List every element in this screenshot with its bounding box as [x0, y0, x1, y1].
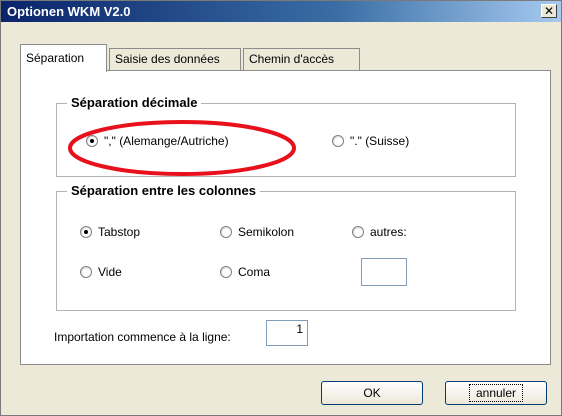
import-start-label: Importation commence à la ligne:	[54, 330, 231, 344]
radio-semikolon-indicator[interactable]	[220, 226, 232, 238]
ok-button[interactable]: OK	[321, 381, 423, 405]
radio-tabstop-label: Tabstop	[98, 225, 141, 239]
column-separation-group: Séparation entre les colonnes Tabstop Se…	[56, 183, 516, 311]
import-start-line-input[interactable]: 1	[266, 320, 308, 346]
cancel-button-label: annuler	[468, 384, 524, 402]
radio-decimal-comma[interactable]: "," (Alemange/Autriche)	[86, 134, 229, 148]
radio-other[interactable]: autres:	[352, 225, 407, 239]
radio-decimal-comma-indicator[interactable]	[86, 135, 98, 147]
decimal-separation-group: Séparation décimale "," (Alemange/Autric…	[56, 95, 516, 177]
radio-decimal-comma-label: "," (Alemange/Autriche)	[104, 134, 229, 148]
tab-separation-label: Séparation	[26, 51, 85, 65]
radio-coma-indicator[interactable]	[220, 266, 232, 278]
close-icon: ✕	[543, 4, 555, 18]
radio-tabstop-indicator[interactable]	[80, 226, 92, 238]
tab-separation[interactable]: Séparation	[20, 44, 107, 72]
radio-decimal-point-label: "." (Suisse)	[350, 134, 410, 148]
radio-semikolon-label: Semikolon	[238, 225, 295, 239]
radio-other-indicator[interactable]	[352, 226, 364, 238]
decimal-separation-title: Séparation décimale	[67, 95, 202, 110]
separation-tab-panel: Séparation décimale "," (Alemange/Autric…	[20, 70, 551, 365]
radio-coma[interactable]: Coma	[220, 265, 270, 279]
radio-empty[interactable]: Vide	[80, 265, 122, 279]
column-separation-title: Séparation entre les colonnes	[67, 183, 260, 198]
title-bar: Optionen WKM V2.0 ✕	[1, 1, 561, 22]
options-dialog: Optionen WKM V2.0 ✕ Séparation Saisie de…	[0, 0, 562, 416]
dialog-title: Optionen WKM V2.0	[7, 4, 131, 19]
radio-tabstop[interactable]: Tabstop	[80, 225, 140, 239]
ok-button-label: OK	[363, 386, 381, 400]
radio-decimal-point-indicator[interactable]	[332, 135, 344, 147]
radio-other-label: autres:	[370, 225, 407, 239]
radio-semikolon[interactable]: Semikolon	[220, 225, 294, 239]
tab-access-path-label: Chemin d'accès	[249, 52, 334, 66]
cancel-button[interactable]: annuler	[445, 381, 547, 405]
close-button[interactable]: ✕	[541, 4, 557, 18]
radio-decimal-point[interactable]: "." (Suisse)	[332, 134, 409, 148]
other-separator-input[interactable]	[361, 258, 407, 286]
tab-data-entry[interactable]: Saisie des données	[109, 48, 241, 70]
tab-data-entry-label: Saisie des données	[115, 52, 220, 66]
radio-empty-label: Vide	[98, 265, 122, 279]
radio-empty-indicator[interactable]	[80, 266, 92, 278]
radio-coma-label: Coma	[238, 265, 271, 279]
tab-access-path[interactable]: Chemin d'accès	[243, 48, 360, 70]
